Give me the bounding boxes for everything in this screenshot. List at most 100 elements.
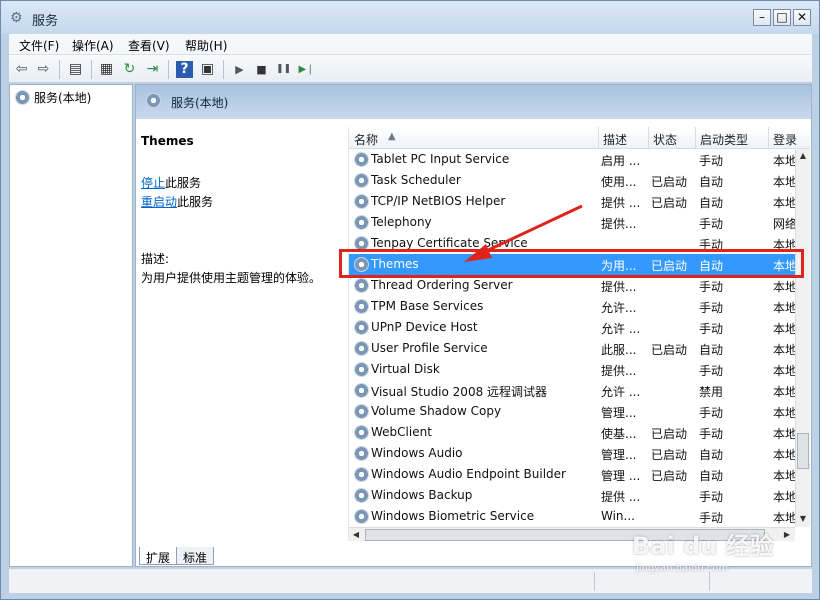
- toolbar-separator: [59, 60, 60, 79]
- properties-icon[interactable]: ▦: [98, 61, 115, 78]
- table-row[interactable]: WebClient 使基... 已启动 手动 本地: [349, 422, 795, 443]
- restart-service-icon[interactable]: ▶❘: [298, 61, 315, 78]
- main-pane: 服务(本地) Themes 停止此服务 重启动此服务 描述: 为用户提供使用主题…: [135, 84, 812, 567]
- service-gear-icon: [354, 509, 369, 524]
- service-log-on-cell: 本地: [773, 490, 795, 504]
- service-gear-icon: [354, 152, 369, 167]
- service-log-on-cell: 本地: [773, 385, 795, 399]
- service-status-cell: 已启动: [651, 448, 688, 462]
- service-name-cell: Windows Backup: [371, 488, 473, 502]
- column-divider[interactable]: [768, 127, 769, 149]
- vertical-scroll-thumb[interactable]: [797, 433, 809, 469]
- window-title: 服务: [32, 14, 59, 29]
- column-header-description[interactable]: 描述: [603, 131, 627, 148]
- tab-extended[interactable]: 扩展: [139, 547, 178, 565]
- table-row[interactable]: Telephony 提供... 手动 网络: [349, 212, 795, 233]
- tab-standard[interactable]: 标准: [176, 547, 215, 565]
- action-pane-icon[interactable]: ▣: [199, 61, 216, 78]
- menu-action[interactable]: 操作(A): [72, 37, 114, 54]
- column-divider[interactable]: [695, 127, 696, 149]
- menu-file[interactable]: 文件(F): [19, 37, 59, 54]
- export-list-icon[interactable]: ⇥: [144, 61, 161, 78]
- table-row[interactable]: Themes 为用... 已启动 自动 本地: [349, 254, 795, 275]
- help-icon[interactable]: ?: [176, 61, 193, 78]
- table-row[interactable]: TCP/IP NetBIOS Helper 提供 ... 已启动 自动 本地: [349, 191, 795, 212]
- service-description-cell: 管理 ...: [601, 469, 641, 483]
- table-row[interactable]: Windows Audio Endpoint Builder 管理 ... 已启动自…: [349, 464, 795, 485]
- service-name-cell: Windows Biometric Service: [371, 509, 535, 523]
- tree-item-services-local[interactable]: 服务(本地): [15, 89, 91, 106]
- table-row[interactable]: TPM Base Services 允许... 手动 本地: [349, 296, 795, 317]
- vertical-scrollbar[interactable]: ▲ ▼: [795, 149, 810, 527]
- table-row[interactable]: Windows Audio 管理... 已启动 自动 本地: [349, 443, 795, 464]
- column-header-log-on-as[interactable]: 登录: [773, 131, 797, 148]
- table-row[interactable]: Tenpay Certificate Service 手动 本地: [349, 233, 795, 254]
- service-status-cell: 已启动: [651, 259, 688, 273]
- service-description-cell: 提供...: [601, 364, 637, 378]
- table-row[interactable]: Visual Studio 2008 远程调试器 允许 ... 禁用 本地: [349, 380, 795, 401]
- service-startup-type-cell: 自动: [699, 469, 724, 483]
- sort-ascending-icon: ▲: [388, 131, 396, 142]
- toolbar-separator: [91, 60, 92, 79]
- table-row[interactable]: UPnP Device Host 允许 ... 手动 本地: [349, 317, 795, 338]
- service-startup-type-cell: 手动: [699, 154, 724, 168]
- stop-service-icon[interactable]: ■: [253, 61, 270, 78]
- table-row[interactable]: Task Scheduler 使用... 已启动 自动 本地: [349, 170, 795, 191]
- service-startup-type-cell: 手动: [699, 301, 724, 315]
- service-name-cell: Task Scheduler: [371, 173, 461, 187]
- table-row[interactable]: Thread Ordering Server 提供... 手动 本地: [349, 275, 795, 296]
- service-startup-type-cell: 自动: [699, 448, 724, 462]
- service-name-cell: Telephony: [371, 215, 432, 229]
- maximize-button[interactable]: □: [773, 9, 791, 26]
- menu-help[interactable]: 帮助(H): [185, 37, 227, 54]
- toolbar: ⇦ ⇨ ▤ ▦ ↻ ⇥ ? ▣ ▶ ■ ❚❚ ▶❘: [9, 55, 812, 83]
- service-gear-icon: [354, 467, 369, 482]
- title-bar[interactable]: ⚙ 服务 – □ ✕: [1, 1, 819, 34]
- column-divider[interactable]: [598, 127, 599, 149]
- restart-service-link[interactable]: 重启动: [141, 195, 177, 209]
- service-name-cell: Tenpay Certificate Service: [371, 236, 528, 250]
- back-arrow-icon[interactable]: ⇦: [13, 61, 30, 78]
- list-header: 名称 ▲ 描述 状态 启动类型 登录: [349, 127, 810, 149]
- scroll-left-arrow-icon[interactable]: ◀: [349, 528, 363, 542]
- tree-item-label: 服务(本地): [34, 91, 92, 105]
- service-startup-type-cell: 禁用: [699, 385, 724, 399]
- service-startup-type-cell: 手动: [699, 322, 724, 336]
- table-row[interactable]: User Profile Service 此服... 已启动 自动 本地: [349, 338, 795, 359]
- service-startup-type-cell: 手动: [699, 490, 724, 504]
- service-gear-icon: [354, 425, 369, 440]
- table-row[interactable]: Volume Shadow Copy 管理... 手动 本地: [349, 401, 795, 422]
- service-gear-icon: [354, 236, 369, 251]
- service-description-cell: 提供 ...: [601, 196, 641, 210]
- forward-arrow-icon[interactable]: ⇨: [35, 61, 52, 78]
- menu-view[interactable]: 查看(V): [128, 37, 170, 54]
- watermark-logo: Bai du 经验: [632, 532, 774, 560]
- table-row[interactable]: Tablet PC Input Service 启用 ... 手动 本地: [349, 149, 795, 170]
- table-row[interactable]: Windows Backup 提供 ... 手动 本地: [349, 485, 795, 506]
- service-name-cell: Thread Ordering Server: [371, 278, 513, 292]
- scroll-up-arrow-icon[interactable]: ▲: [796, 149, 810, 163]
- column-header-status[interactable]: 状态: [653, 131, 677, 148]
- service-log-on-cell: 本地: [773, 448, 795, 462]
- start-service-icon[interactable]: ▶: [231, 61, 248, 78]
- column-header-startup-type[interactable]: 启动类型: [700, 131, 748, 148]
- pane-title: 服务(本地): [171, 96, 229, 110]
- services-gear-icon: [15, 90, 30, 105]
- service-name-cell: Themes: [371, 257, 419, 271]
- close-button[interactable]: ✕: [793, 9, 811, 26]
- refresh-icon[interactable]: ↻: [121, 61, 138, 78]
- table-row[interactable]: Virtual Disk 提供... 手动 本地: [349, 359, 795, 380]
- pause-service-icon[interactable]: ❚❚: [275, 61, 292, 78]
- column-header-name[interactable]: 名称: [354, 131, 378, 148]
- service-log-on-cell: 本地: [773, 469, 795, 483]
- services-rows: Tablet PC Input Service 启用 ... 手动 本地 Task Sc…: [349, 149, 795, 527]
- stop-service-link[interactable]: 停止: [141, 176, 165, 190]
- console-tree-icon[interactable]: ▤: [67, 61, 84, 78]
- column-divider[interactable]: [648, 127, 649, 149]
- service-description-cell: 提供...: [601, 217, 637, 231]
- service-log-on-cell: 本地: [773, 280, 795, 294]
- minimize-button[interactable]: –: [753, 9, 771, 26]
- service-description-cell: 管理...: [601, 406, 637, 420]
- service-gear-icon: [354, 215, 369, 230]
- service-startup-type-cell: 手动: [699, 280, 724, 294]
